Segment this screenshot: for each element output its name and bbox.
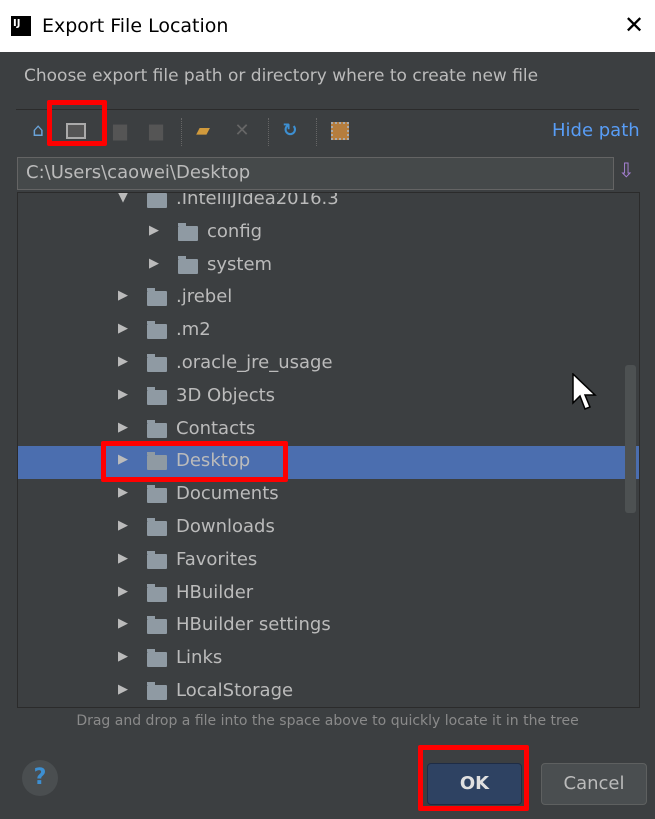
help-button[interactable]: ? bbox=[22, 760, 58, 796]
collapsed-arrow-icon[interactable]: ▶ bbox=[149, 256, 159, 271]
folder-icon bbox=[147, 386, 167, 405]
tree-item[interactable]: ▶ .oracle_jre_usage bbox=[18, 348, 639, 381]
hide-path-link[interactable]: Hide path bbox=[552, 120, 640, 141]
tree-item-label: 3D Objects bbox=[176, 384, 276, 406]
tree-item-label: Documents bbox=[176, 483, 279, 505]
new-folder-icon[interactable]: ▰ bbox=[191, 119, 215, 143]
collapsed-arrow-icon[interactable]: ▶ bbox=[118, 485, 128, 500]
folder-icon bbox=[178, 222, 198, 241]
mouse-cursor-icon bbox=[572, 373, 597, 410]
window-title: Export File Location bbox=[42, 15, 229, 37]
intellij-logo-icon: IJ bbox=[11, 16, 31, 36]
collapsed-arrow-icon[interactable]: ▶ bbox=[118, 551, 128, 566]
dialog-description: Choose export file path or directory whe… bbox=[24, 66, 539, 86]
collapsed-arrow-icon[interactable]: ▶ bbox=[118, 518, 128, 533]
folder-icon bbox=[147, 616, 167, 635]
tree-item[interactable]: ▶ system bbox=[18, 250, 639, 283]
tree-item-label: Contacts bbox=[176, 417, 256, 439]
collapsed-arrow-icon[interactable]: ▶ bbox=[118, 288, 128, 303]
collapsed-arrow-icon[interactable]: ▶ bbox=[118, 649, 128, 664]
folder-icon bbox=[147, 517, 167, 536]
annotation-box-desktop-icon bbox=[47, 100, 107, 146]
folder-icon bbox=[147, 321, 167, 340]
tree-item-label: .m2 bbox=[176, 319, 211, 341]
collapsed-arrow-icon[interactable]: ▶ bbox=[118, 616, 128, 631]
tree-item[interactable]: ▶ Favorites bbox=[18, 545, 639, 578]
tree-item-label: LocalStorage bbox=[176, 679, 294, 701]
close-icon[interactable]: ✕ bbox=[624, 11, 644, 39]
tree-item-label: Downloads bbox=[176, 515, 275, 537]
tree-item-label: .oracle_jre_usage bbox=[176, 351, 333, 373]
folder-icon bbox=[147, 193, 167, 208]
annotation-box-desktop-row bbox=[101, 441, 288, 482]
folder-icon bbox=[178, 255, 198, 274]
tree-item-label: system bbox=[207, 253, 273, 275]
folder-icon bbox=[147, 649, 167, 668]
tree-item[interactable]: ▶ HBuilder settings bbox=[18, 610, 639, 643]
scrollbar[interactable] bbox=[625, 365, 636, 513]
new-module-icon[interactable]: ▆ bbox=[108, 119, 132, 143]
tree-item-label: Links bbox=[176, 647, 223, 669]
folder-icon bbox=[147, 353, 167, 372]
collapsed-arrow-icon[interactable]: ▶ bbox=[118, 682, 128, 697]
tree-item-label: .IntelliJIdea2016.3 bbox=[176, 192, 339, 209]
tree-item[interactable]: ▶ Documents bbox=[18, 479, 639, 512]
folder-icon bbox=[147, 419, 167, 438]
path-input[interactable]: C:\Users\caowei\Desktop bbox=[17, 157, 614, 190]
path-history-icon[interactable]: ⇩ bbox=[618, 158, 635, 182]
tree-item[interactable]: ▶ HBuilder bbox=[18, 578, 639, 611]
expanded-arrow-icon[interactable]: ▼ bbox=[118, 193, 128, 205]
project-icon[interactable]: ▆ bbox=[144, 119, 168, 143]
drag-drop-hint: Drag and drop a file into the space abov… bbox=[76, 713, 579, 729]
divider bbox=[16, 109, 639, 110]
collapsed-arrow-icon[interactable]: ▶ bbox=[149, 223, 159, 238]
collapsed-arrow-icon[interactable]: ▶ bbox=[118, 354, 128, 369]
tree-item[interactable]: ▶ Links bbox=[18, 643, 639, 676]
delete-icon[interactable]: ✕ bbox=[230, 119, 254, 143]
show-hidden-icon[interactable] bbox=[328, 119, 352, 143]
tree-item[interactable]: ▶ LocalStorage bbox=[18, 676, 639, 707]
toolbar-separator bbox=[268, 118, 269, 146]
toolbar-separator bbox=[181, 118, 182, 146]
cancel-button[interactable]: Cancel bbox=[541, 763, 647, 805]
folder-icon bbox=[147, 681, 167, 700]
tree-item-label: .jrebel bbox=[176, 286, 233, 308]
tree-item[interactable]: ▼ .IntelliJIdea2016.3 bbox=[18, 192, 639, 217]
annotation-box-ok bbox=[418, 745, 529, 811]
folder-icon bbox=[147, 583, 167, 602]
refresh-icon[interactable]: ↻ bbox=[278, 119, 302, 143]
collapsed-arrow-icon[interactable]: ▶ bbox=[118, 321, 128, 336]
tree-item[interactable]: ▶ config bbox=[18, 217, 639, 250]
title-bar: IJ Export File Location ✕ bbox=[0, 0, 655, 52]
folder-icon bbox=[147, 550, 167, 569]
tree-item[interactable]: ▶ .jrebel bbox=[18, 282, 639, 315]
folder-icon bbox=[147, 288, 167, 307]
folder-icon bbox=[147, 485, 167, 504]
tree-item[interactable]: ▶ Downloads bbox=[18, 512, 639, 545]
tree-item-label: HBuilder settings bbox=[176, 614, 331, 636]
collapsed-arrow-icon[interactable]: ▶ bbox=[118, 387, 128, 402]
tree-item-label: Favorites bbox=[176, 548, 258, 570]
collapsed-arrow-icon[interactable]: ▶ bbox=[118, 420, 128, 435]
collapsed-arrow-icon[interactable]: ▶ bbox=[118, 584, 128, 599]
tree-item-label: config bbox=[207, 220, 263, 242]
tree-item-label: HBuilder bbox=[176, 581, 254, 603]
tree-item[interactable]: ▶ 3D Objects bbox=[18, 381, 639, 414]
toolbar-separator bbox=[316, 118, 317, 146]
tree-item[interactable]: ▶ .m2 bbox=[18, 315, 639, 348]
